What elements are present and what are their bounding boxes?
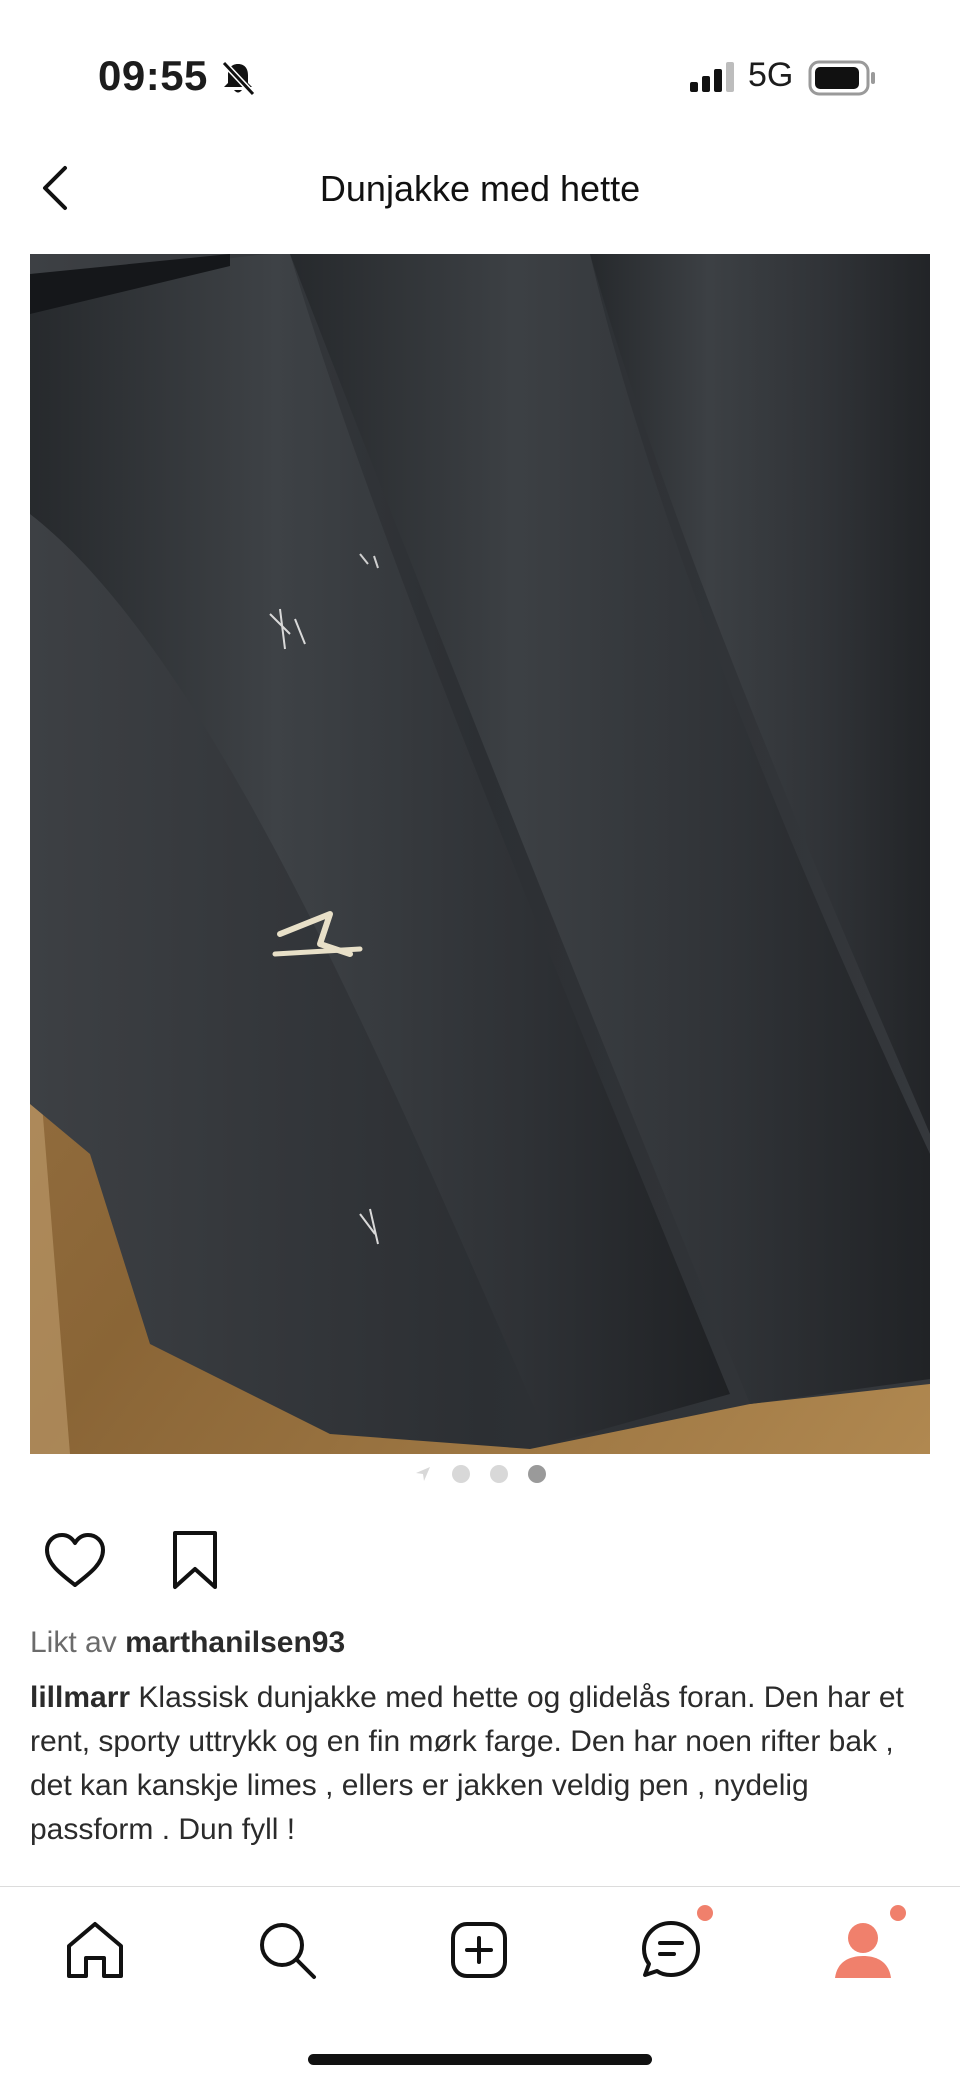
pager-dot[interactable] bbox=[452, 1465, 470, 1483]
page-header: Dunjakke med hette bbox=[0, 150, 960, 250]
post-caption: lillmarr Klassisk dunjakke med hette og … bbox=[30, 1676, 930, 1852]
carousel-pager bbox=[0, 1462, 960, 1486]
save-button[interactable] bbox=[160, 1525, 230, 1595]
heart-icon bbox=[45, 1533, 105, 1587]
caption-username[interactable]: lillmarr bbox=[30, 1681, 130, 1714]
bottom-navigation bbox=[0, 1886, 960, 2006]
caption-text: Klassisk dunjakke med hette og glidelås … bbox=[30, 1681, 904, 1846]
home-indicator[interactable] bbox=[308, 2054, 652, 2065]
profile-badge bbox=[890, 1905, 906, 1921]
nav-messages[interactable] bbox=[636, 1915, 706, 1985]
pager-dot[interactable] bbox=[490, 1465, 508, 1483]
liked-by: Likt av marthanilsen93 bbox=[30, 1626, 345, 1660]
search-icon bbox=[260, 1923, 316, 1979]
post-actions bbox=[40, 1520, 230, 1600]
battery-icon bbox=[808, 60, 875, 96]
status-bar: 09:55 5G bbox=[0, 0, 960, 150]
home-icon bbox=[67, 1922, 123, 1978]
nav-create[interactable] bbox=[444, 1915, 514, 1985]
profile-icon bbox=[835, 1923, 891, 1978]
chat-icon bbox=[642, 1921, 700, 1977]
nav-profile[interactable] bbox=[828, 1915, 898, 1985]
signal-icon bbox=[690, 62, 734, 92]
jacket-photo-illustration bbox=[30, 254, 930, 1454]
nav-home[interactable] bbox=[60, 1915, 130, 1985]
bookmark-icon bbox=[173, 1531, 217, 1589]
product-photo[interactable] bbox=[30, 254, 930, 1454]
messages-badge bbox=[697, 1905, 713, 1921]
like-button[interactable] bbox=[40, 1525, 110, 1595]
status-time: 09:55 bbox=[98, 52, 208, 99]
location-arrow-icon bbox=[414, 1465, 432, 1483]
bell-slash-icon bbox=[221, 60, 256, 97]
liked-by-user[interactable]: marthanilsen93 bbox=[125, 1626, 345, 1659]
liked-by-prefix: Likt av bbox=[30, 1626, 117, 1659]
nav-search[interactable] bbox=[252, 1915, 322, 1985]
network-type: 5G bbox=[748, 56, 794, 94]
page-title: Dunjakke med hette bbox=[319, 168, 641, 209]
pager-dot-active[interactable] bbox=[528, 1465, 546, 1483]
plus-square-icon bbox=[451, 1922, 507, 1978]
